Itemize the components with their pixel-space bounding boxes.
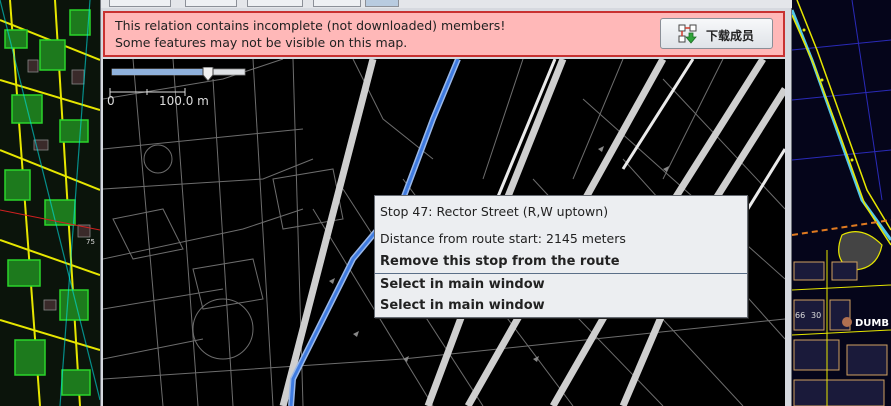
download-members-button[interactable]: 下载成员 — [660, 18, 773, 49]
zoom-slider[interactable] — [111, 67, 246, 83]
stop-context-menu: Stop 47: Rector Street (R,W uptown) Dist… — [374, 195, 748, 318]
tab-1[interactable] — [109, 0, 171, 7]
right-map-label-2: 30 — [811, 311, 821, 320]
remove-stop-menu-item[interactable]: Remove this stop from the route — [380, 254, 620, 269]
zoom-slider-thumb[interactable] — [202, 67, 214, 82]
background-map-right[interactable]: 66 30 DUMB — [792, 0, 891, 406]
warning-text-line-2: Some features may not be visible on this… — [115, 35, 408, 50]
left-map-label: 75 — [86, 238, 95, 246]
scale-distance-label: 100.0 m — [159, 94, 209, 108]
stop-distance: Distance from route start: 2145 meters — [380, 231, 626, 246]
tab-3[interactable] — [247, 0, 303, 7]
warning-text-line-1: This relation contains incomplete (not d… — [115, 18, 506, 33]
tab-2[interactable] — [185, 0, 237, 7]
tab-strip — [101, 0, 793, 8]
select-in-main-window-item-1[interactable]: Select in main window — [380, 277, 545, 292]
right-map-label-place: DUMB — [855, 318, 889, 329]
background-map-left[interactable]: 75 — [0, 0, 100, 406]
tab-map[interactable] — [365, 0, 399, 7]
select-in-main-window-item-2[interactable]: Select in main window — [380, 298, 545, 313]
download-members-icon — [678, 24, 697, 44]
right-map-label-1: 66 — [795, 311, 805, 320]
tab-4[interactable] — [313, 0, 361, 7]
download-members-label: 下载成员 — [706, 29, 755, 43]
incomplete-members-warning: This relation contains incomplete (not d… — [103, 11, 785, 57]
menu-separator — [375, 273, 747, 274]
stop-title: Stop 47: Rector Street (R,W uptown) — [380, 204, 609, 219]
place-marker-icon — [842, 317, 852, 327]
scale-zero-label: 0 — [107, 94, 115, 108]
